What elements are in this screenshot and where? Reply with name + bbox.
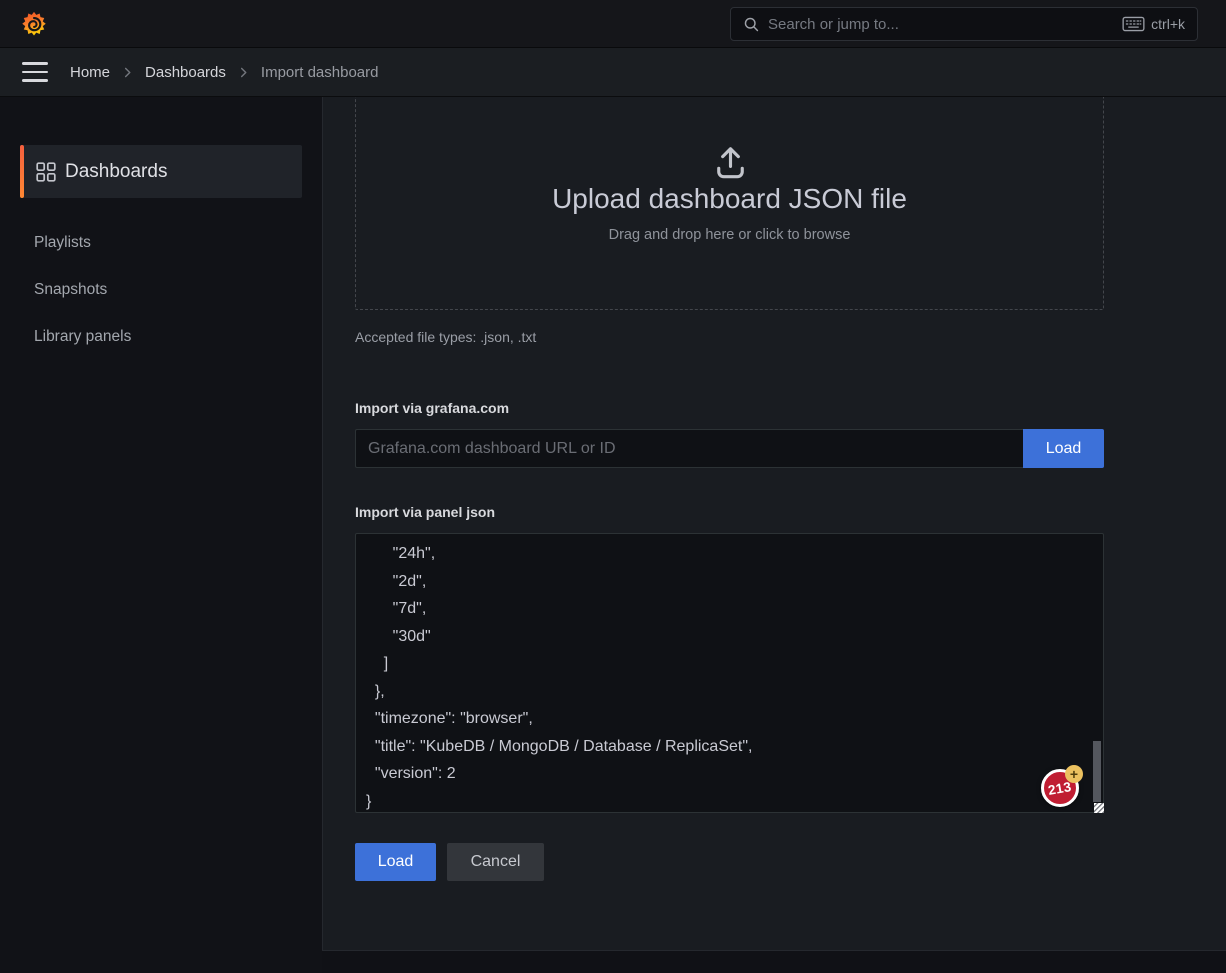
load-button[interactable]: Load [355, 843, 436, 881]
search-icon [743, 16, 760, 33]
textarea-scrollbar-thumb[interactable] [1093, 741, 1101, 802]
apps-grid-icon [36, 162, 56, 182]
upload-title: Upload dashboard JSON file [356, 183, 1103, 215]
search-placeholder: Search or jump to... [768, 16, 1114, 33]
menu-icon[interactable] [22, 62, 48, 82]
breadcrumb: Home Dashboards Import dashboard [70, 48, 378, 97]
sidebar: Dashboards Playlists Snapshots Library p… [0, 97, 322, 973]
sidebar-item-library-panels[interactable]: Library panels [20, 316, 302, 358]
search-shortcut: ctrl+k [1151, 16, 1185, 32]
sidebar-item-dashboards[interactable]: Dashboards [20, 145, 302, 198]
breadcrumb-home[interactable]: Home [70, 64, 110, 81]
cancel-button[interactable]: Cancel [447, 843, 544, 881]
import-dashboard-panel: Upload dashboard JSON file Drag and drop… [322, 97, 1226, 951]
form-actions: Load Cancel [355, 843, 544, 881]
sidebar-active-label: Dashboards [65, 161, 167, 183]
accepted-file-types: Accepted file types: .json, .txt [355, 329, 536, 345]
upload-dropzone[interactable]: Upload dashboard JSON file Drag and drop… [355, 97, 1104, 310]
gcom-load-button[interactable]: Load [1023, 429, 1104, 468]
search-input[interactable]: Search or jump to... ctrl+k [730, 7, 1198, 41]
panel-json-input[interactable] [355, 533, 1104, 813]
panel-json-area [355, 533, 1104, 813]
badge-plus-icon: + [1065, 765, 1083, 783]
upload-subtitle: Drag and drop here or click to browse [356, 227, 1103, 243]
breadcrumb-dashboards[interactable]: Dashboards [145, 64, 226, 81]
chevron-right-icon [123, 67, 132, 78]
active-accent-bar [20, 145, 24, 198]
extension-count-badge[interactable]: 213 + [1041, 769, 1079, 807]
import-gcom-row: Load [355, 429, 1104, 468]
sidebar-item-playlists[interactable]: Playlists [20, 222, 302, 264]
import-json-label: Import via panel json [355, 504, 495, 520]
grafana-logo-icon[interactable] [20, 10, 48, 38]
gcom-url-input[interactable] [355, 429, 1023, 468]
breadcrumb-bar: Home Dashboards Import dashboard [0, 48, 1226, 97]
upload-icon [707, 137, 754, 184]
import-gcom-label: Import via grafana.com [355, 400, 509, 416]
sidebar-item-snapshots[interactable]: Snapshots [20, 269, 302, 311]
chevron-right-icon [239, 67, 248, 78]
textarea-resize-grip[interactable] [1094, 803, 1104, 813]
top-bar: Search or jump to... ctrl+k [0, 0, 1226, 48]
breadcrumb-current: Import dashboard [261, 64, 379, 81]
keyboard-icon [1122, 16, 1145, 32]
